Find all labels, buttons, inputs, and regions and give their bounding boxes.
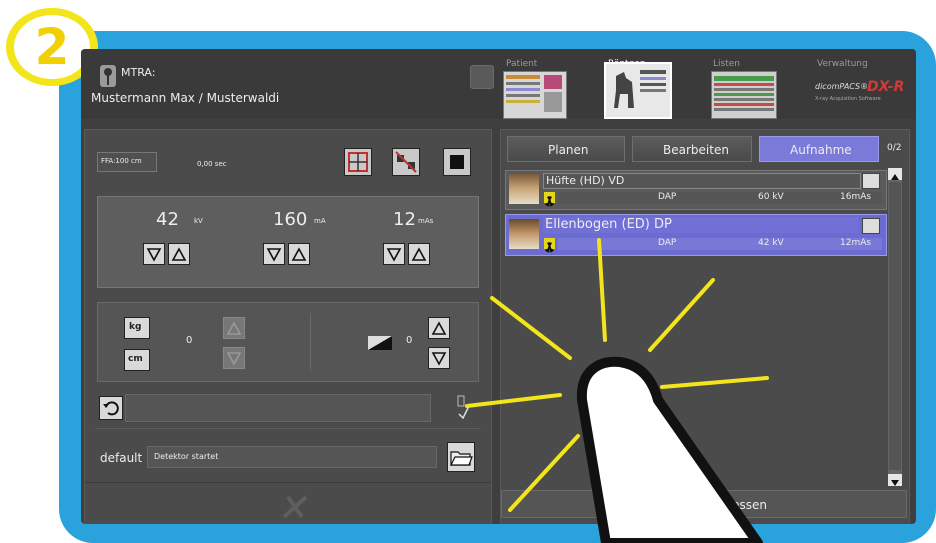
pointing-finger — [576, 356, 763, 543]
tap-gesture-overlay — [465, 238, 769, 543]
